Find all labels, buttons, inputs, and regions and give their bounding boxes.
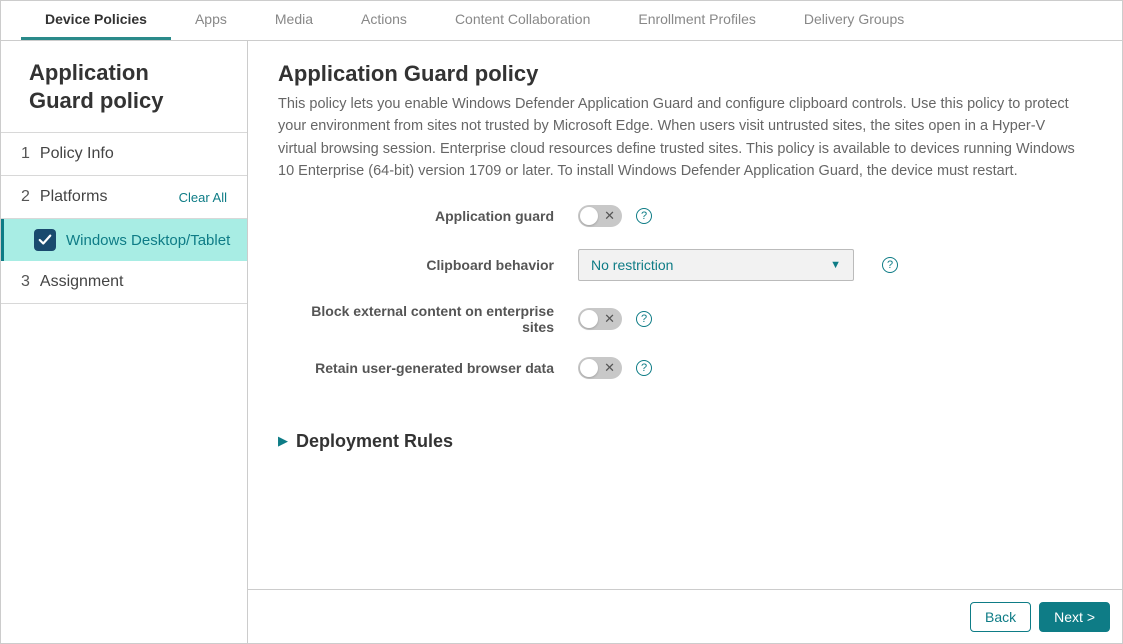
toggle-block-external[interactable]: ✕: [578, 308, 622, 330]
deployment-rules-toggle[interactable]: ▶ Deployment Rules: [278, 431, 1092, 452]
label-retain-data: Retain user-generated browser data: [278, 360, 578, 376]
content-panel: Application Guard policy This policy let…: [248, 41, 1122, 589]
caret-down-icon: ▼: [830, 259, 841, 271]
toggle-knob: [580, 359, 598, 377]
tab-actions[interactable]: Actions: [337, 1, 431, 40]
step-label-platforms: Platforms: [40, 188, 108, 206]
next-button[interactable]: Next >: [1039, 602, 1110, 632]
footer-bar: Back Next >: [248, 589, 1122, 643]
step-platforms[interactable]: 2 Platforms Clear All: [1, 176, 247, 219]
help-icon-application-guard[interactable]: ?: [636, 208, 652, 224]
help-icon-clipboard[interactable]: ?: [882, 257, 898, 273]
toggle-off-icon: ✕: [604, 360, 615, 376]
tab-content-collaboration[interactable]: Content Collaboration: [431, 1, 614, 40]
row-block-external: Block external content on enterprise sit…: [278, 303, 1092, 335]
tab-delivery-groups[interactable]: Delivery Groups: [780, 1, 928, 40]
main-area: Application Guard policy 1 Policy Info 2…: [1, 41, 1122, 643]
toggle-off-icon: ✕: [604, 311, 615, 327]
help-icon-retain-data[interactable]: ?: [636, 360, 652, 376]
step-label-assignment: Assignment: [40, 273, 124, 291]
deployment-rules-label: Deployment Rules: [296, 431, 453, 452]
page-description: This policy lets you enable Windows Defe…: [278, 93, 1078, 183]
tab-enrollment-profiles[interactable]: Enrollment Profiles: [614, 1, 780, 40]
step-assignment[interactable]: 3 Assignment: [1, 261, 247, 304]
toggle-knob: [580, 207, 598, 225]
step-policy-info[interactable]: 1 Policy Info: [1, 133, 247, 176]
toggle-application-guard[interactable]: ✕: [578, 205, 622, 227]
step-num-2: 2: [21, 188, 30, 206]
platform-label: Windows Desktop/Tablet: [66, 232, 230, 249]
toggle-retain-data[interactable]: ✕: [578, 357, 622, 379]
row-retain-data: Retain user-generated browser data ✕ ?: [278, 357, 1092, 379]
platform-windows-desktop-tablet[interactable]: Windows Desktop/Tablet: [1, 219, 247, 261]
row-application-guard: Application guard ✕ ?: [278, 205, 1092, 227]
triangle-right-icon: ▶: [278, 433, 288, 449]
back-button[interactable]: Back: [970, 602, 1031, 632]
step-num-1: 1: [21, 145, 30, 163]
step-label-policy-info: Policy Info: [40, 145, 114, 163]
top-tabs: Device Policies Apps Media Actions Conte…: [1, 1, 1122, 41]
label-block-external: Block external content on enterprise sit…: [278, 303, 578, 335]
label-clipboard-behavior: Clipboard behavior: [278, 257, 578, 273]
help-icon-block-external[interactable]: ?: [636, 311, 652, 327]
platform-checkbox[interactable]: [34, 229, 56, 251]
sidebar: Application Guard policy 1 Policy Info 2…: [1, 41, 248, 643]
sidebar-title: Application Guard policy: [1, 41, 247, 133]
page-title: Application Guard policy: [278, 61, 1092, 87]
tab-device-policies[interactable]: Device Policies: [21, 1, 171, 40]
tab-apps[interactable]: Apps: [171, 1, 251, 40]
step-num-3: 3: [21, 273, 30, 291]
check-icon: [38, 233, 52, 247]
label-application-guard: Application guard: [278, 208, 578, 224]
clear-all-link[interactable]: Clear All: [179, 190, 227, 205]
select-value: No restriction: [591, 257, 673, 273]
tab-media[interactable]: Media: [251, 1, 337, 40]
row-clipboard-behavior: Clipboard behavior No restriction ▼ ?: [278, 249, 1092, 281]
toggle-off-icon: ✕: [604, 208, 615, 224]
select-clipboard-behavior[interactable]: No restriction ▼: [578, 249, 854, 281]
toggle-knob: [580, 310, 598, 328]
